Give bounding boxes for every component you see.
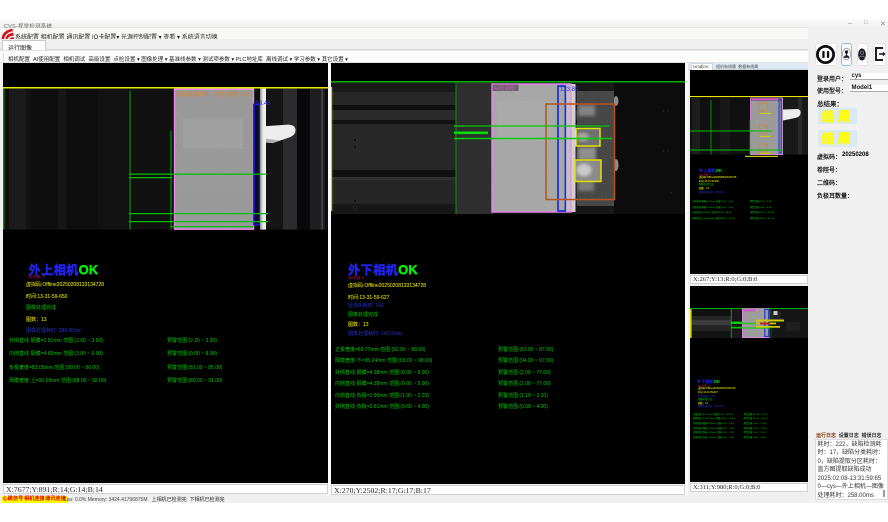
svg-text:123.80: 123.80 (560, 87, 579, 93)
svg-text:灰阶阈值:93，动态阈值:100: 灰阶阈值:93，动态阈值:100 (176, 90, 251, 98)
svg-text:93.48: 93.48 (256, 101, 272, 107)
svg-text:AI检测框: AI检测框 (494, 84, 516, 92)
